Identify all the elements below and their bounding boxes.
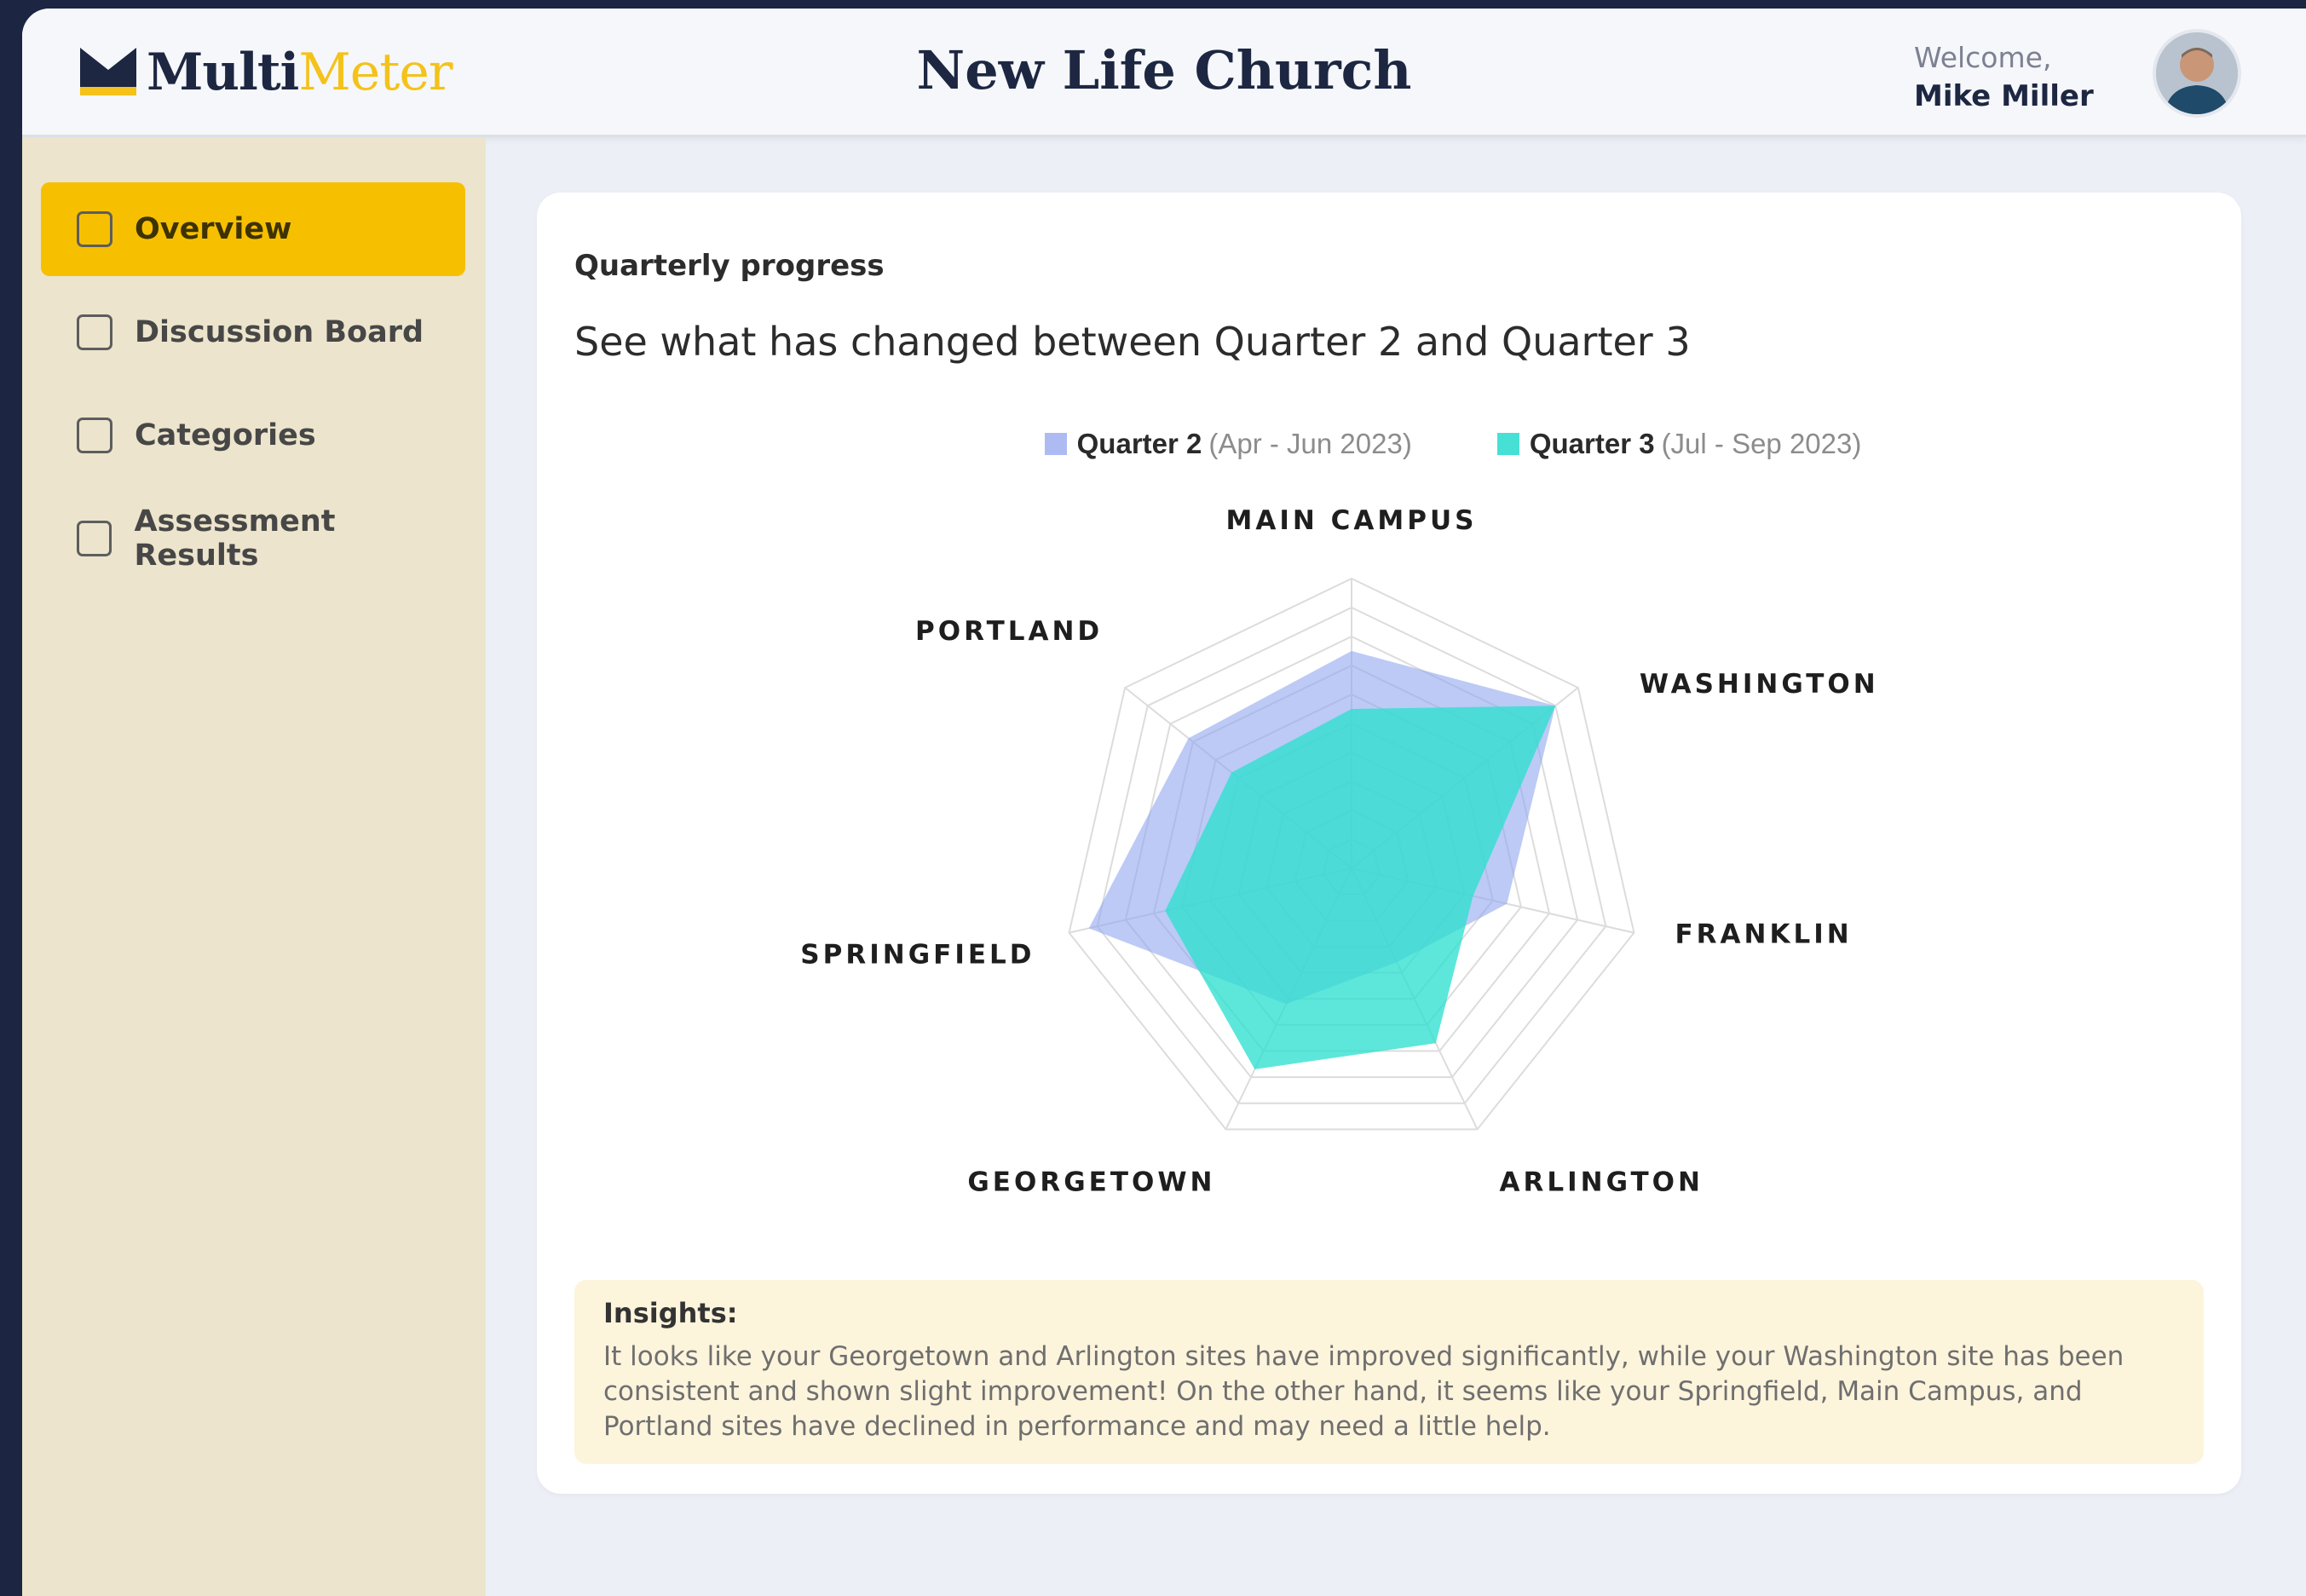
quarterly-progress-card: Quarterly progress See what has changed … — [537, 193, 2241, 1494]
overview-icon — [77, 211, 112, 247]
sidebar-item-label: Discussion Board — [135, 315, 424, 349]
user-avatar-icon — [2156, 32, 2238, 114]
welcome-label: Welcome, — [1914, 41, 2052, 74]
user-greeting: Welcome, Mike Miller — [1914, 41, 2110, 113]
categories-icon — [77, 418, 112, 453]
insights-body: It looks like your Georgetown and Arling… — [603, 1341, 2124, 1442]
sidebar-item-label: Overview — [135, 212, 292, 246]
radar-axis-label-springfield: SPRINGFIELD — [800, 940, 1035, 971]
radar-axis-label-georgetown: GEORGETOWN — [967, 1167, 1215, 1197]
insights-heading: Insights: — [603, 1297, 738, 1329]
sidebar-item-label: Assessment Results — [134, 504, 336, 573]
sidebar-item-overview[interactable]: Overview — [41, 182, 465, 276]
radar-axis-label-portland: PORTLAND — [915, 616, 1103, 647]
user-name: Mike Miller — [1914, 79, 2094, 113]
insights-panel: Insights: It looks like your Georgetown … — [574, 1280, 2204, 1464]
assessment-results-icon — [77, 521, 112, 556]
app-window: MultiMeter New Life Church Welcome, Mike… — [22, 9, 2306, 1596]
sidebar: Overview Discussion Board Categories Ass… — [22, 137, 486, 1596]
avatar[interactable] — [2153, 29, 2241, 118]
radar-axis-label-franklin: FRANKLIN — [1675, 919, 1852, 950]
sidebar-item-categories[interactable]: Categories — [41, 389, 465, 482]
radar-axis-label-arlington: ARLINGTON — [1500, 1167, 1704, 1197]
sidebar-item-label: Categories — [135, 418, 316, 452]
radar-axis-label-main-campus: MAIN CAMPUS — [1226, 505, 1478, 536]
sidebar-item-assessment-results[interactable]: Assessment Results — [41, 492, 465, 585]
discussion-board-icon — [77, 314, 112, 350]
sidebar-item-discussion-board[interactable]: Discussion Board — [41, 285, 465, 379]
top-bar: MultiMeter New Life Church Welcome, Mike… — [22, 9, 2306, 137]
radar-axis-label-washington: WASHINGTON — [1640, 669, 1879, 700]
